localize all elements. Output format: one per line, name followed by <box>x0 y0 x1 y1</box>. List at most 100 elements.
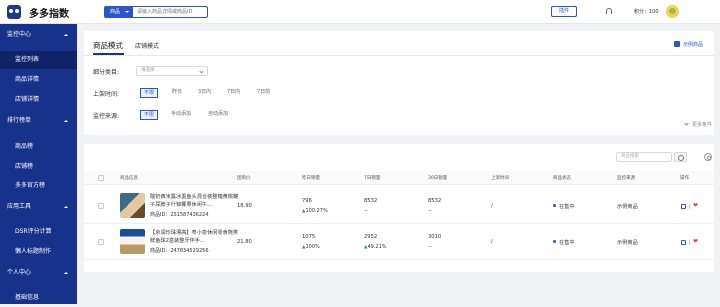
chevron-up-icon <box>64 34 68 36</box>
sidebar-item-dsr-calc[interactable]: DSR评分计算 <box>0 223 77 241</box>
global-search: 商品 <box>104 6 208 18</box>
30d-sales-cell: 8532 <box>428 198 442 204</box>
yesterday-change-value: 100.27% <box>305 208 328 214</box>
search-icon[interactable] <box>674 152 687 162</box>
example-products-checkbox[interactable] <box>674 41 680 47</box>
7d-sales-cell: 2952 <box>364 234 378 240</box>
30d-change: -- <box>428 244 432 250</box>
col-monitor-source: 监控来源 <box>617 176 635 181</box>
chevron-up-icon <box>64 272 68 274</box>
status-text: 在售中 <box>559 240 575 246</box>
sidebar-item-shop-rank[interactable]: 店铺榜 <box>0 158 77 176</box>
sidebar-group-label: 排行榜单 <box>7 117 32 124</box>
col-status: 商品状态 <box>553 176 571 181</box>
yesterday-sales-cell: 796 <box>302 198 312 204</box>
source-option-manual[interactable]: 手动添加 <box>169 110 193 120</box>
more-filters-toggle[interactable]: 更多条件 <box>684 121 713 128</box>
sidebar-group-personal[interactable]: 个人中心 <box>0 264 77 282</box>
col-product-info: 商品信息 <box>120 176 138 181</box>
col-price: 团购价 <box>237 176 251 181</box>
chevron-down-icon <box>684 121 689 126</box>
monitor-detail-icon[interactable] <box>681 204 686 209</box>
status-cell: 在售中 <box>553 239 575 246</box>
favorite-heart-icon[interactable]: ❤ <box>693 239 698 245</box>
search-type-dropdown[interactable]: 商品 <box>105 7 133 17</box>
source-option-auto[interactable]: 自动添加 <box>206 110 230 120</box>
category-label: 细分类目: <box>93 69 120 76</box>
more-filters-label: 更多条件 <box>692 122 713 128</box>
table-row: 【京润珍珠漂高】粤小泉休闲零食熊笑鲜鱼球2盒装整牙伴手... 商品ID：2478… <box>84 224 714 260</box>
user-avatar[interactable] <box>666 5 679 18</box>
global-search-input[interactable] <box>137 7 207 17</box>
sidebar-group-label: 个人中心 <box>7 269 32 276</box>
sidebar-group-ranking[interactable]: 排行榜单 <box>0 112 77 130</box>
top-bar: 多多指数 商品 插件 积分：100 <box>0 0 720 24</box>
chevron-up-icon <box>64 120 68 122</box>
product-id: 商品ID：231587436224 <box>150 212 209 218</box>
30d-sales-cell: 3010 <box>428 234 442 240</box>
product-thumbnail[interactable] <box>120 229 145 254</box>
app-logo-text[interactable]: 多多指数 <box>29 5 69 20</box>
example-products-label[interactable]: 示例商品 <box>683 41 703 48</box>
product-thumbnail[interactable] <box>120 193 145 218</box>
product-name[interactable]: 酸奶西米露冰墨鱼头混合装整箱黄桃罐子尿脖子什锦椰果休闲午... <box>150 193 242 209</box>
time-option-7d[interactable]: 7日内 <box>225 88 242 98</box>
tab-divider <box>84 55 714 56</box>
tab-shop-mode[interactable]: 店铺模式 <box>135 41 159 50</box>
status-dot-icon <box>553 240 556 243</box>
customer-service-icon[interactable] <box>606 8 612 14</box>
sidebar: 监控中心 监控列表 商品详情 店铺详情 排行榜单 商品榜 店铺榜 多多官方榜 应… <box>0 24 77 304</box>
monitor-source-cell: 示例商品 <box>617 240 638 246</box>
col-7d-sales[interactable]: 7日销量 <box>364 175 380 181</box>
listed-time-cell: / <box>491 239 493 245</box>
action-divider <box>689 240 690 245</box>
yesterday-sales-cell: 1075 <box>302 234 316 240</box>
sidebar-item-title-maker[interactable]: 懒人标题制作 <box>0 243 77 261</box>
sidebar-group-monitor[interactable]: 监控中心 <box>0 26 77 44</box>
sidebar-item-product-detail[interactable]: 商品详情 <box>0 71 77 89</box>
owl-logo-icon <box>7 5 21 19</box>
monitor-detail-icon[interactable] <box>681 240 686 245</box>
sidebar-group-label: 应用工具 <box>7 203 32 210</box>
sidebar-item-shop-detail[interactable]: 店铺详情 <box>0 91 77 109</box>
chevron-up-icon <box>64 206 68 208</box>
yesterday-change-value: 100% <box>305 244 320 250</box>
product-search-input[interactable]: 商品搜索 <box>616 152 672 162</box>
time-option-any[interactable]: 不限 <box>140 88 159 98</box>
product-name[interactable]: 【京润珍珠漂高】粤小泉休闲零食熊笑鲜鱼球2盒装整牙伴手... <box>150 229 242 245</box>
7d-change-value: 49.21% <box>367 244 387 250</box>
row-checkbox[interactable] <box>98 203 104 209</box>
yesterday-change: ▲100.27% <box>302 208 328 214</box>
sidebar-item-basic-info[interactable]: 基础信息 <box>0 289 77 307</box>
col-actions: 操作 <box>680 176 689 181</box>
col-listed-time: 上架时间 <box>491 176 509 181</box>
listing-time-label: 上架时间: <box>93 91 120 98</box>
7d-change: ▲49.21% <box>364 244 387 250</box>
favorite-heart-icon[interactable]: ❤ <box>693 203 698 209</box>
col-30d-sales[interactable]: 30日销量 <box>428 175 447 181</box>
sidebar-item-official-rank[interactable]: 多多官方榜 <box>0 177 77 195</box>
filter-panel: 商品模式 店铺模式 示例商品 细分类目: 请选择 上架时间: 不限 昨日 3日内… <box>84 31 714 135</box>
category-select[interactable]: 请选择 <box>136 66 208 76</box>
plugin-button[interactable]: 插件 <box>551 6 577 17</box>
row-checkbox[interactable] <box>98 239 104 245</box>
monitor-source-label: 监控来源: <box>93 113 120 120</box>
select-all-checkbox[interactable] <box>98 175 104 181</box>
sidebar-item-monitor-list[interactable]: 监控列表 <box>0 51 77 69</box>
listed-time-cell: / <box>491 203 493 209</box>
action-divider <box>689 204 690 209</box>
price-cell: 21.80 <box>237 239 252 245</box>
sidebar-group-tools[interactable]: 应用工具 <box>0 198 77 216</box>
time-option-before-7d[interactable]: 7日前 <box>255 88 272 98</box>
time-option-3d[interactable]: 3日内 <box>196 88 213 98</box>
7d-change: -- <box>364 208 368 214</box>
table-header: 商品信息 团购价 昨日销量 7日销量 30日销量 上架时间 商品状态 监控来源 … <box>84 171 714 185</box>
col-yesterday-sales[interactable]: 昨日销量 <box>302 175 320 181</box>
settings-icon[interactable] <box>704 153 712 161</box>
sidebar-item-product-rank[interactable]: 商品榜 <box>0 138 77 156</box>
source-option-any[interactable]: 不限 <box>140 110 159 120</box>
tab-product-mode[interactable]: 商品模式 <box>93 40 123 51</box>
monitor-source-cell: 示例商品 <box>617 204 638 210</box>
time-option-yesterday[interactable]: 昨日 <box>170 88 184 98</box>
table-row: 酸奶西米露冰墨鱼头混合装整箱黄桃罐子尿脖子什锦椰果休闲午... 商品ID：231… <box>84 188 714 224</box>
